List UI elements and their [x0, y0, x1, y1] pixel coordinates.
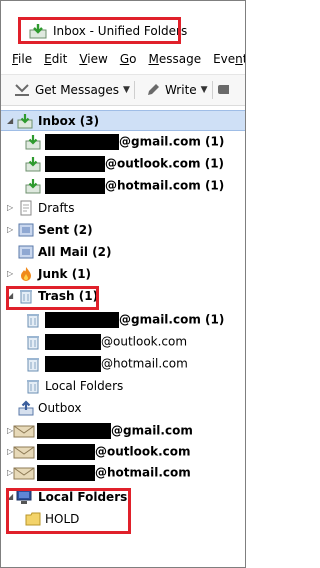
inbox-icon: [25, 156, 41, 172]
folder-trash-hotmail[interactable]: @hotmail.com: [1, 354, 245, 375]
folder-junk[interactable]: ▷ Junk (1): [1, 264, 245, 285]
redacted-text: [45, 312, 119, 328]
folder-label: @hotmail.com: [45, 356, 188, 372]
expand-icon[interactable]: ▷: [7, 226, 15, 234]
collapse-icon[interactable]: ◢: [7, 117, 15, 125]
menu-bar: File Edit View Go Message Events an: [1, 48, 245, 70]
folder-trash-local[interactable]: Local Folders: [1, 376, 245, 397]
menu-message[interactable]: Message: [148, 52, 201, 66]
redacted-text: [45, 356, 101, 372]
mail-account-icon: [13, 444, 35, 460]
highlight-title: [18, 17, 181, 44]
expand-icon[interactable]: ▷: [7, 270, 15, 278]
redacted-text: [45, 178, 105, 194]
write-dropdown[interactable]: ▼: [201, 85, 208, 95]
folder-label: Outbox: [38, 401, 82, 415]
folder-label: Sent (2): [38, 223, 93, 237]
redacted-text: [45, 334, 101, 350]
outbox-icon: [18, 400, 34, 416]
folder-sent[interactable]: ▷ Sent (2): [1, 220, 245, 241]
expand-icon[interactable]: ▷: [7, 204, 15, 212]
folder-inbox[interactable]: ◢ Inbox (3): [1, 110, 245, 131]
folder-allmail[interactable]: All Mail (2): [1, 242, 245, 263]
folder-label: @outlook.com (1): [45, 156, 224, 172]
main-toolbar: Get Messages ▼ Write ▼: [1, 74, 245, 106]
account-gmail[interactable]: ▷ @gmail.com: [1, 421, 245, 442]
pencil-icon: [145, 82, 161, 98]
menu-file[interactable]: File: [12, 52, 32, 66]
folder-trash-gmail[interactable]: @gmail.com (1): [1, 310, 245, 331]
highlight-trash: [6, 286, 99, 310]
folder-label: Local Folders: [45, 379, 124, 393]
menu-go[interactable]: Go: [120, 52, 137, 66]
folder-inbox-hotmail[interactable]: @hotmail.com (1): [1, 176, 245, 197]
highlight-local-folders: [6, 488, 131, 534]
junk-flame-icon: [18, 266, 34, 282]
redacted-text: [45, 134, 119, 150]
folder-inbox-outlook[interactable]: @outlook.com (1): [1, 154, 245, 175]
inbox-icon: [25, 178, 41, 194]
folder-outbox[interactable]: Outbox: [1, 398, 245, 419]
account-label: @outlook.com: [37, 444, 191, 460]
inbox-icon: [17, 113, 33, 129]
write-button[interactable]: Write: [145, 78, 197, 102]
trash-icon: [25, 356, 41, 372]
folder-label: Drafts: [38, 201, 75, 215]
menu-events[interactable]: Events an: [213, 52, 245, 66]
redacted-text: [45, 156, 105, 172]
write-label: Write: [164, 83, 197, 97]
trash-icon: [25, 334, 41, 350]
menu-view[interactable]: View: [79, 52, 107, 66]
folder-inbox-gmail[interactable]: @gmail.com (1): [1, 132, 245, 153]
toolbar-separator: [133, 81, 135, 99]
account-outlook[interactable]: ▷ @outlook.com: [1, 442, 245, 463]
folder-label: @gmail.com (1): [45, 134, 224, 150]
sent-icon: [18, 222, 34, 238]
folder-label: Inbox (3): [38, 114, 100, 128]
toolbar-separator-2: [211, 81, 213, 99]
account-hotmail[interactable]: ▷ @hotmail.com: [1, 463, 245, 484]
chat-icon[interactable]: [217, 82, 232, 98]
folder-label: All Mail (2): [38, 245, 112, 259]
folder-label: @gmail.com (1): [45, 312, 224, 328]
inbox-icon: [25, 134, 41, 150]
redacted-text: [37, 465, 95, 481]
download-icon: [13, 82, 31, 98]
get-messages-label: Get Messages: [35, 83, 120, 97]
folder-label: @hotmail.com (1): [45, 178, 224, 194]
trash-icon: [25, 378, 41, 394]
folder-label: @outlook.com: [45, 334, 187, 350]
get-messages-button[interactable]: Get Messages: [13, 78, 119, 102]
menu-edit[interactable]: Edit: [44, 52, 67, 66]
folder-trash-outlook[interactable]: @outlook.com: [1, 332, 245, 353]
account-label: @gmail.com: [37, 423, 193, 439]
mail-account-icon: [13, 465, 35, 481]
redacted-text: [37, 444, 95, 460]
drafts-icon: [18, 200, 34, 216]
redacted-text: [37, 423, 111, 439]
mail-account-icon: [13, 423, 35, 439]
trash-icon: [25, 312, 41, 328]
folder-label: Junk (1): [38, 267, 92, 281]
all-mail-icon: [18, 244, 34, 260]
folder-drafts[interactable]: ▷ Drafts: [1, 198, 245, 219]
account-label: @hotmail.com: [37, 465, 191, 481]
get-messages-dropdown[interactable]: ▼: [123, 85, 130, 95]
